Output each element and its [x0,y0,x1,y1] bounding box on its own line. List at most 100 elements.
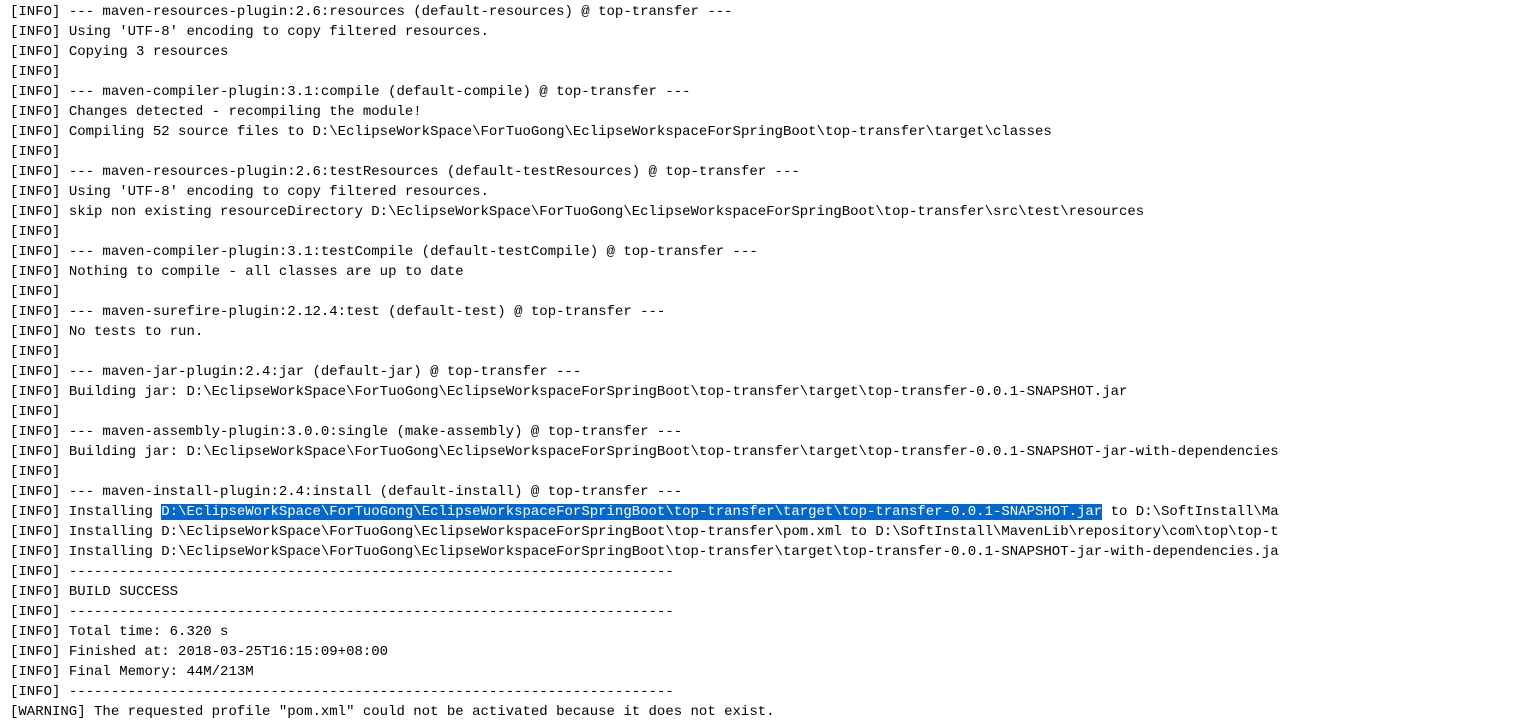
log-text: --- maven-compiler-plugin:3.1:compile (d… [69,84,691,100]
info-label: [INFO] [10,684,60,700]
log-text: ----------------------------------------… [69,564,674,580]
info-label: [INFO] [10,224,60,240]
info-label: [INFO] [10,424,60,440]
info-label: [INFO] [10,184,60,200]
log-text: Installing [69,504,161,520]
log-line: [INFO] [10,62,1516,82]
log-line: [INFO] ---------------------------------… [10,602,1516,622]
log-line: [INFO] Total time: 6.320 s [10,622,1516,642]
log-line: [INFO] --- maven-resources-plugin:2.6:re… [10,2,1516,22]
log-line: [INFO] [10,222,1516,242]
log-text: --- maven-resources-plugin:2.6:resources… [69,4,733,20]
log-text: ----------------------------------------… [69,684,674,700]
info-label: [INFO] [10,264,60,280]
log-line: [INFO] BUILD SUCCESS [10,582,1516,602]
log-text: Building jar: D:\EclipseWorkSpace\ForTuo… [69,444,1279,460]
info-label: [INFO] [10,544,60,560]
log-line: [INFO] Installing D:\EclipseWorkSpace\Fo… [10,542,1516,562]
log-text: Final Memory: 44M/213M [69,664,254,680]
log-text: BUILD SUCCESS [69,584,178,600]
info-label: [INFO] [10,564,60,580]
log-line: [INFO] ---------------------------------… [10,682,1516,702]
log-text: Installing D:\EclipseWorkSpace\ForTuoGon… [69,524,1279,540]
log-text: --- maven-assembly-plugin:3.0.0:single (… [69,424,682,440]
log-text: skip non existing resourceDirectory D:\E… [69,204,1144,220]
log-text: Changes detected - recompiling the modul… [69,104,422,120]
info-label: [INFO] [10,464,60,480]
log-line: [INFO] No tests to run. [10,322,1516,342]
console-output[interactable]: [INFO] --- maven-resources-plugin:2.6:re… [0,0,1516,722]
log-line: [INFO] --- maven-assembly-plugin:3.0.0:s… [10,422,1516,442]
info-label: [INFO] [10,324,60,340]
log-text: Building jar: D:\EclipseWorkSpace\ForTuo… [69,384,1128,400]
log-line: [INFO] --- maven-compiler-plugin:3.1:tes… [10,242,1516,262]
log-text: Finished at: 2018-03-25T16:15:09+08:00 [69,644,388,660]
info-label: [INFO] [10,24,60,40]
info-label: [INFO] [10,204,60,220]
info-label: [INFO] [10,84,60,100]
info-label: [INFO] [10,484,60,500]
log-line: [INFO] Changes detected - recompiling th… [10,102,1516,122]
info-label: [INFO] [10,144,60,160]
info-label: [INFO] [10,124,60,140]
info-label: [INFO] [10,504,60,520]
log-line: [INFO] Final Memory: 44M/213M [10,662,1516,682]
log-text: Compiling 52 source files to D:\EclipseW… [69,124,1052,140]
info-label: [INFO] [10,524,60,540]
info-label: [INFO] [10,344,60,360]
info-label: [INFO] [10,44,60,60]
info-label: [INFO] [10,644,60,660]
log-line: [INFO] Building jar: D:\EclipseWorkSpace… [10,382,1516,402]
info-label: [INFO] [10,64,60,80]
log-line: [INFO] Nothing to compile - all classes … [10,262,1516,282]
log-line: [INFO] [10,402,1516,422]
info-label: [INFO] [10,664,60,680]
log-line: [INFO] Copying 3 resources [10,42,1516,62]
info-label: [INFO] [10,364,60,380]
info-label: [INFO] [10,4,60,20]
log-text: Nothing to compile - all classes are up … [69,264,464,280]
log-text: No tests to run. [69,324,203,340]
log-text: --- maven-install-plugin:2.4:install (de… [69,484,682,500]
log-line: [INFO] --- maven-surefire-plugin:2.12.4:… [10,302,1516,322]
selected-path: D:\EclipseWorkSpace\ForTuoGong\EclipseWo… [161,504,1102,520]
info-label: [INFO] [10,284,60,300]
log-text: Using 'UTF-8' encoding to copy filtered … [69,184,489,200]
log-text: Total time: 6.320 s [69,624,229,640]
info-label: [INFO] [10,244,60,260]
log-text: --- maven-resources-plugin:2.6:testResou… [69,164,800,180]
log-line: [WARNING] The requested profile "pom.xml… [10,702,1516,722]
info-label: [INFO] [10,384,60,400]
log-line: [INFO] Using 'UTF-8' encoding to copy fi… [10,182,1516,202]
info-label: [INFO] [10,304,60,320]
log-text: --- maven-jar-plugin:2.4:jar (default-ja… [69,364,581,380]
info-label: [INFO] [10,444,60,460]
log-line: [INFO] --- maven-jar-plugin:2.4:jar (def… [10,362,1516,382]
log-line: [INFO] [10,282,1516,302]
info-label: [INFO] [10,404,60,420]
log-line: [INFO] ---------------------------------… [10,562,1516,582]
log-line: [INFO] --- maven-install-plugin:2.4:inst… [10,482,1516,502]
log-text: --- maven-surefire-plugin:2.12.4:test (d… [69,304,666,320]
info-label: [INFO] [10,104,60,120]
log-line: [INFO] Building jar: D:\EclipseWorkSpace… [10,442,1516,462]
log-line: [INFO] Finished at: 2018-03-25T16:15:09+… [10,642,1516,662]
log-text: --- maven-compiler-plugin:3.1:testCompil… [69,244,758,260]
log-text: to D:\SoftInstall\Ma [1102,504,1278,520]
log-line: [INFO] Installing D:\EclipseWorkSpace\Fo… [10,502,1516,522]
info-label: [INFO] [10,584,60,600]
log-text: Copying 3 resources [69,44,229,60]
log-line: [INFO] [10,462,1516,482]
log-line: [INFO] Compiling 52 source files to D:\E… [10,122,1516,142]
log-line: [INFO] --- maven-compiler-plugin:3.1:com… [10,82,1516,102]
info-label: [INFO] [10,604,60,620]
log-line: [INFO] --- maven-resources-plugin:2.6:te… [10,162,1516,182]
log-line: [INFO] Using 'UTF-8' encoding to copy fi… [10,22,1516,42]
log-line: [INFO] Installing D:\EclipseWorkSpace\Fo… [10,522,1516,542]
log-line: [INFO] [10,142,1516,162]
log-text: Installing D:\EclipseWorkSpace\ForTuoGon… [69,544,1279,560]
info-label: [INFO] [10,164,60,180]
log-text: ----------------------------------------… [69,604,674,620]
log-line: [INFO] skip non existing resourceDirecto… [10,202,1516,222]
log-line: [INFO] [10,342,1516,362]
